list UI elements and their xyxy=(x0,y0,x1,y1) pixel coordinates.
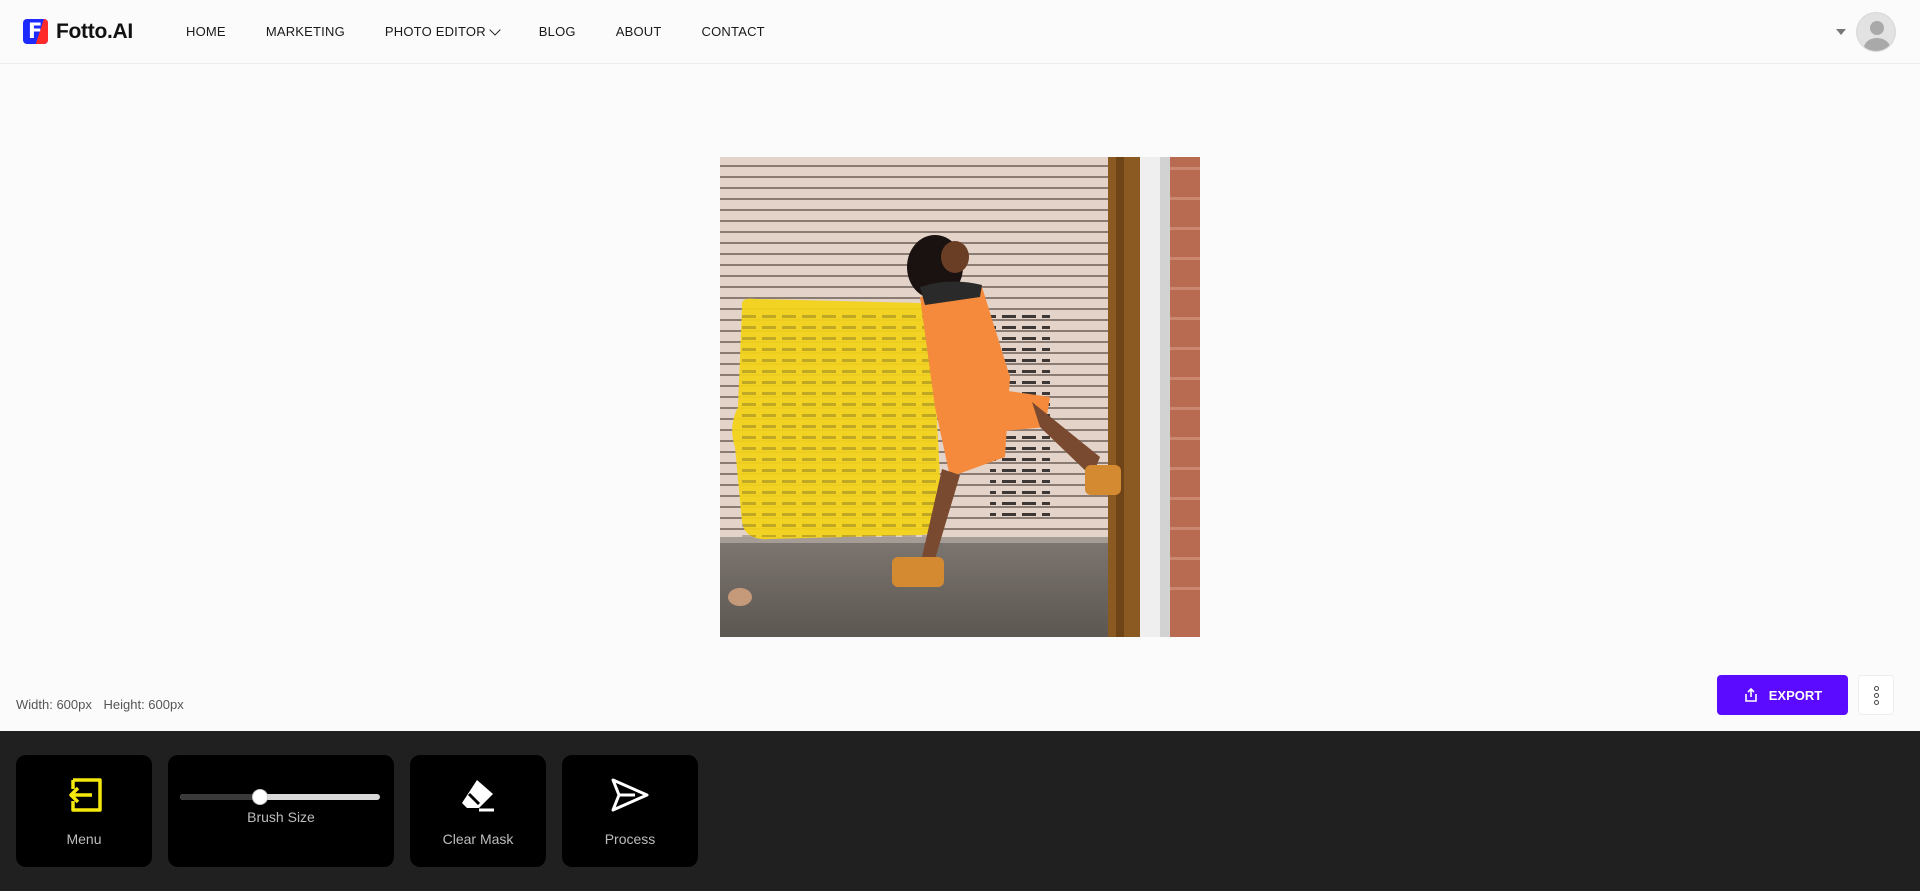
brand-logo[interactable]: F Fotto.AI xyxy=(23,19,133,44)
export-icon xyxy=(1744,687,1757,702)
menu-button[interactable]: Menu xyxy=(16,755,152,867)
nav-home[interactable]: HOME xyxy=(186,24,226,39)
nav-marketing[interactable]: MARKETING xyxy=(266,24,345,39)
image-height: Height: 600px xyxy=(103,697,184,712)
nav-photo-editor-label: PHOTO EDITOR xyxy=(384,24,486,39)
brand-name: Fotto.AI xyxy=(56,19,133,43)
nav-photo-editor[interactable]: PHOTO EDITOR xyxy=(384,23,501,39)
brush-size-label: Brush Size xyxy=(247,809,315,825)
more-vertical-icon xyxy=(1873,692,1879,698)
eraser-icon xyxy=(462,780,494,812)
brush-size-slider-fill xyxy=(180,794,260,800)
menu-label: Menu xyxy=(66,831,102,847)
user-menu[interactable] xyxy=(1836,12,1896,52)
fotto-logo-icon: F xyxy=(23,19,48,44)
chevron-down-icon xyxy=(489,23,501,36)
main-nav: HOME MARKETING PHOTO EDITOR BLOG ABOUT C… xyxy=(186,23,805,39)
export-label: EXPORT xyxy=(1768,687,1823,703)
nav-contact[interactable]: CONTACT xyxy=(702,24,765,39)
nav-blog[interactable]: BLOG xyxy=(539,24,576,39)
top-navigation: F Fotto.AI HOME MARKETING PHOTO EDITOR B… xyxy=(0,0,1920,64)
more-vertical-icon xyxy=(1873,699,1879,705)
send-icon xyxy=(611,778,649,812)
caret-down-icon[interactable] xyxy=(1836,29,1846,35)
brush-size-control: Brush Size xyxy=(168,755,394,867)
image-width: Width: 600px xyxy=(16,697,92,712)
brush-size-slider[interactable] xyxy=(180,789,380,805)
edited-photo xyxy=(720,157,1200,637)
clear-mask-label: Clear Mask xyxy=(442,831,514,847)
process-button[interactable]: Process xyxy=(562,755,698,867)
process-label: Process xyxy=(604,831,656,847)
image-dimensions: Width: 600px Height: 600px xyxy=(16,697,192,712)
nav-about[interactable]: ABOUT xyxy=(616,24,662,39)
image-canvas[interactable] xyxy=(720,157,1200,637)
exit-icon xyxy=(69,778,102,812)
avatar-icon[interactable] xyxy=(1856,12,1896,52)
logo-badge-letter: F xyxy=(28,19,43,43)
bottom-toolbar: Menu Brush Size Clear Mask Process xyxy=(0,731,1920,891)
more-options-button[interactable] xyxy=(1858,675,1894,715)
more-vertical-icon xyxy=(1873,685,1879,691)
clear-mask-button[interactable]: Clear Mask xyxy=(410,755,546,867)
export-button[interactable]: EXPORT xyxy=(1717,675,1848,715)
brush-size-slider-thumb[interactable] xyxy=(252,789,268,805)
